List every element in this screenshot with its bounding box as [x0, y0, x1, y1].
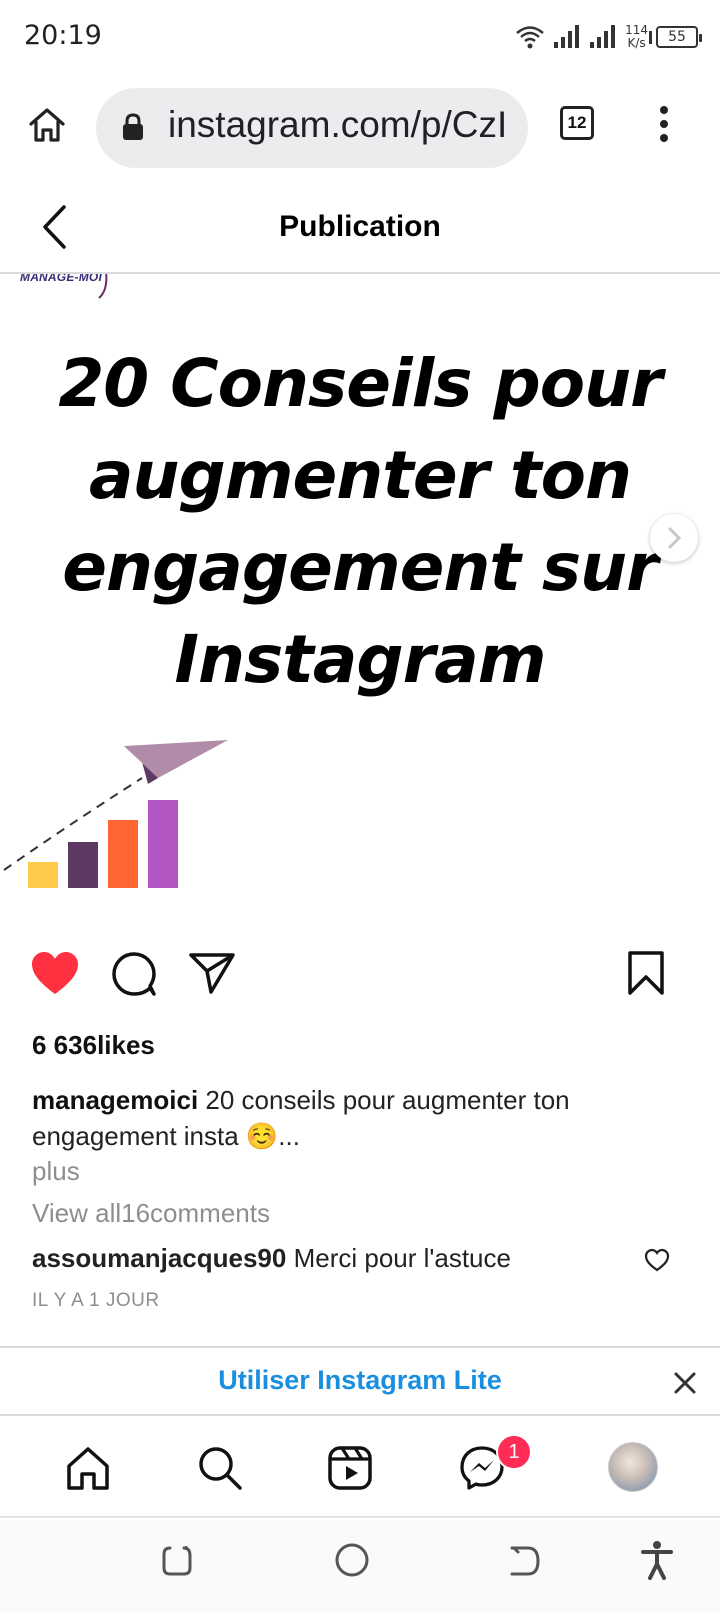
comment-icon[interactable] — [110, 950, 158, 998]
caption-more-link[interactable]: plus — [32, 1156, 80, 1187]
battery-level: 55 — [668, 29, 686, 45]
save-bookmark-icon[interactable] — [626, 950, 666, 996]
instagram-lite-banner: Utiliser Instagram Lite — [0, 1346, 720, 1416]
more-menu-icon[interactable] — [654, 104, 674, 144]
tab-switcher-button[interactable]: 12 — [560, 106, 594, 140]
carousel-next-button[interactable] — [650, 514, 698, 562]
use-instagram-lite-link[interactable]: Utiliser Instagram Lite — [0, 1365, 720, 1396]
view-all-comments-link[interactable]: View all16comments — [32, 1198, 270, 1229]
like-heart-icon[interactable] — [30, 950, 80, 996]
browser-home-icon[interactable] — [26, 104, 68, 146]
nav-reels[interactable] — [322, 1440, 378, 1496]
recents-icon[interactable] — [160, 1544, 194, 1578]
comment-like-heart-icon[interactable] — [644, 1248, 670, 1272]
accessibility-icon[interactable] — [640, 1540, 674, 1580]
comment-text: Merci pour l'astuce — [293, 1243, 511, 1273]
system-navigation-bar — [0, 1520, 720, 1612]
brand-logo-swoosh — [98, 274, 108, 299]
caption-username[interactable]: managemoici — [32, 1085, 198, 1115]
status-bar: 20:19 114 K/s 55 — [0, 0, 720, 76]
status-icons: 114 K/s 55 — [515, 20, 702, 54]
bar-2 — [68, 842, 98, 888]
post-headline: 20 Conseils pour augmenter ton engagemen… — [0, 338, 720, 706]
post-caption: managemoici 20 conseils pour augmenter t… — [32, 1082, 672, 1154]
message-badge: 1 — [496, 1434, 532, 1470]
bar-1 — [28, 862, 58, 888]
growth-illustration — [3, 740, 228, 888]
reels-icon — [328, 1446, 372, 1490]
headline-line-3: engagement sur — [62, 529, 658, 606]
battery-icon: 55 — [649, 26, 702, 48]
home-circle-icon[interactable] — [334, 1542, 370, 1578]
network-speed-unit: K/s — [627, 36, 646, 50]
network-speed: 114 K/s — [625, 24, 648, 50]
brand-logo: MANAGE-MOI — [20, 274, 102, 284]
wifi-icon — [516, 26, 544, 49]
page-header: Publication — [0, 180, 720, 274]
headline-line-4: Instagram — [174, 621, 546, 698]
bar-4 — [148, 800, 178, 888]
comment-username[interactable]: assoumanjacques90 — [32, 1243, 286, 1273]
tab-count: 12 — [567, 113, 587, 132]
post-timestamp: IL Y A 1 JOUR — [32, 1290, 160, 1311]
page-title: Publication — [279, 210, 441, 243]
lock-icon — [123, 113, 143, 140]
share-icon[interactable] — [188, 950, 236, 996]
post-image[interactable]: MANAGE-MOI 20 Conseils pour augmenter to… — [0, 274, 720, 922]
address-bar[interactable]: instagram.com/p/CzI — [96, 88, 528, 168]
headline-line-2: augmenter ton — [88, 437, 632, 514]
status-time: 20:19 — [24, 20, 102, 51]
signal-icon-1 — [554, 25, 580, 48]
search-icon — [199, 1447, 242, 1490]
profile-avatar[interactable] — [608, 1442, 658, 1492]
browser-toolbar: instagram.com/p/CzI 12 — [0, 76, 720, 180]
nav-search[interactable] — [192, 1440, 248, 1496]
chevron-right-icon — [668, 527, 682, 549]
headline-line-1: 20 Conseils pour — [58, 345, 662, 422]
bottom-navigation: 1 — [0, 1418, 720, 1518]
bar-3 — [108, 820, 138, 888]
close-icon[interactable] — [670, 1368, 700, 1398]
home-icon — [67, 1447, 109, 1490]
nav-home[interactable] — [60, 1440, 116, 1496]
comment-item: assoumanjacques90 Merci pour l'astuce — [32, 1243, 692, 1274]
post-actions — [0, 940, 720, 1010]
url-text: instagram.com/p/CzI — [168, 104, 508, 145]
signal-icon-2 — [590, 25, 616, 48]
likes-count[interactable]: 6 636likes — [32, 1030, 155, 1061]
message-badge-count: 1 — [508, 1440, 520, 1463]
back-icon[interactable] — [508, 1544, 542, 1578]
